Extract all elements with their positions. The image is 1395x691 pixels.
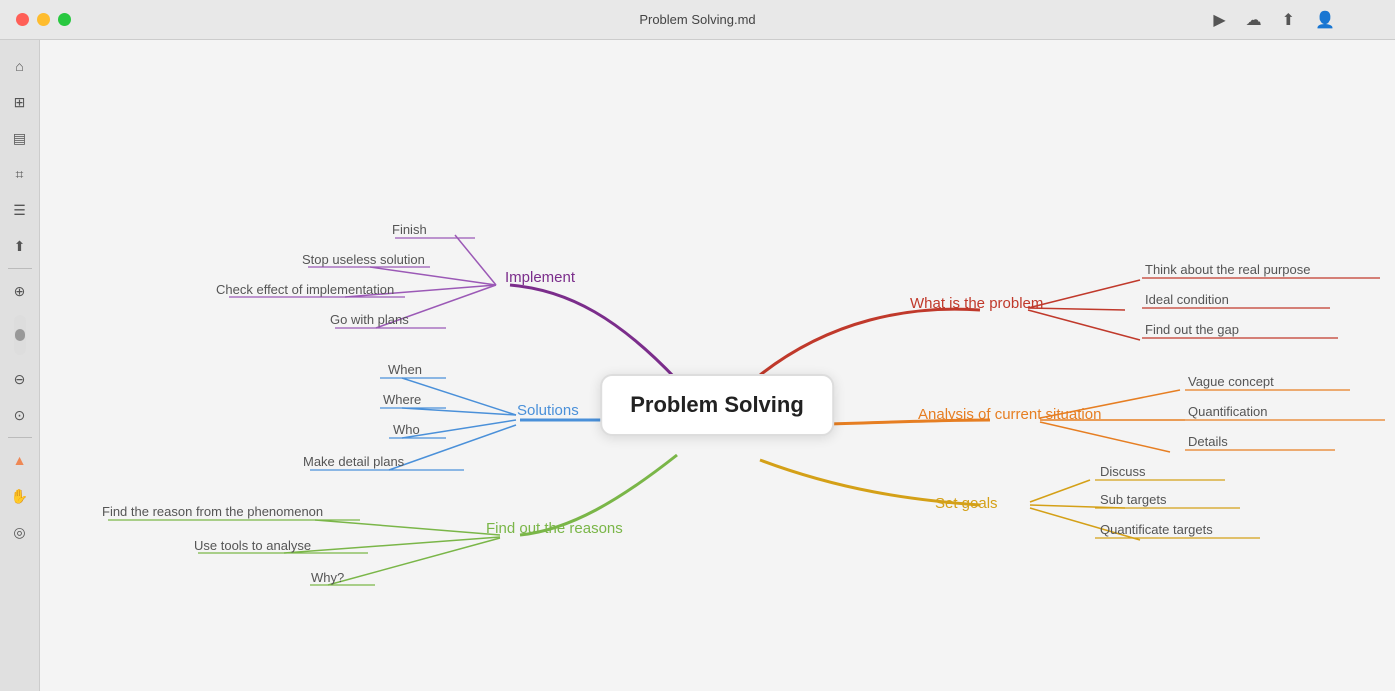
play-icon[interactable]: ▶ [1213, 10, 1225, 30]
maximize-button[interactable] [58, 13, 71, 26]
minimize-button[interactable] [37, 13, 50, 26]
sidebar-zoom-in-icon[interactable]: ⊕ [8, 279, 32, 303]
sidebar-divider-1 [8, 268, 32, 269]
sidebar-network-icon[interactable]: ⊞ [8, 90, 32, 114]
sidebar-home-icon[interactable]: ⌂ [8, 54, 32, 78]
sidebar-layers-icon[interactable]: ▤ [8, 126, 32, 150]
window-title: Problem Solving.md [639, 12, 755, 27]
sidebar: ⌂ ⊞ ▤ ⌗ ☰ ⬆ ⊕ ⊖ ⊙ ▲ ✋ ◎ [0, 40, 40, 691]
titlebar-actions: ▶ ☁ ⬆ 👤 [1213, 10, 1335, 30]
mindmap-connections [40, 40, 1395, 691]
ideal-condition-node[interactable]: Ideal condition [1145, 292, 1229, 307]
profile-icon[interactable]: 👤 [1315, 10, 1335, 30]
solutions-branch-label[interactable]: Solutions [517, 402, 579, 419]
mindmap-canvas: Problem Solving Implement Finish Stop us… [40, 40, 1395, 691]
stop-useless-node[interactable]: Stop useless solution [302, 252, 425, 267]
discuss-node[interactable]: Discuss [1100, 464, 1146, 479]
finish-node[interactable]: Finish [392, 222, 427, 237]
sidebar-divider-2 [8, 437, 32, 438]
check-effect-node[interactable]: Check effect of implementation [216, 282, 394, 297]
titlebar: Problem Solving.md ▶ ☁ ⬆ 👤 [0, 0, 1395, 40]
analysis-branch-label[interactable]: Analysis of current situation [918, 406, 1101, 423]
think-real-purpose-node[interactable]: Think about the real purpose [1145, 262, 1311, 277]
when-node[interactable]: When [388, 362, 422, 377]
sidebar-zoom-out-icon[interactable]: ⊖ [8, 367, 32, 391]
sidebar-tag-icon[interactable]: ⌗ [8, 162, 32, 186]
sidebar-globe-icon[interactable]: ⊙ [8, 403, 32, 427]
what-is-problem-branch-label[interactable]: What is the problem [910, 295, 1043, 312]
vague-concept-node[interactable]: Vague concept [1188, 374, 1274, 389]
close-button[interactable] [16, 13, 29, 26]
share-icon[interactable]: ⬆ [1282, 10, 1295, 30]
where-node[interactable]: Where [383, 392, 421, 407]
upload-icon[interactable]: ☁ [1246, 10, 1262, 30]
window-controls [16, 13, 71, 26]
find-out-reasons-branch-label[interactable]: Find out the reasons [486, 520, 623, 537]
details-node[interactable]: Details [1188, 434, 1228, 449]
center-node[interactable]: Problem Solving [600, 374, 834, 436]
sidebar-eye-icon[interactable]: ◎ [8, 520, 32, 544]
set-goals-branch-label[interactable]: Set goals [935, 495, 998, 512]
sidebar-export-icon[interactable]: ⬆ [8, 234, 32, 258]
implement-branch-label[interactable]: Implement [505, 269, 575, 286]
who-node[interactable]: Who [393, 422, 420, 437]
find-out-gap-node[interactable]: Find out the gap [1145, 322, 1239, 337]
sub-targets-node[interactable]: Sub targets [1100, 492, 1167, 507]
quantificate-targets-node[interactable]: Quantificate targets [1100, 522, 1213, 537]
use-tools-node[interactable]: Use tools to analyse [194, 538, 311, 553]
sidebar-cursor-icon[interactable]: ▲ [8, 448, 32, 472]
go-with-plans-node[interactable]: Go with plans [330, 312, 409, 327]
why-node[interactable]: Why? [311, 570, 344, 585]
make-detail-plans-node[interactable]: Make detail plans [303, 454, 404, 469]
quantification-node[interactable]: Quantification [1188, 404, 1268, 419]
sidebar-hand-icon[interactable]: ✋ [8, 484, 32, 508]
sidebar-scroll-indicator [14, 315, 26, 355]
find-reason-phenomenon-node[interactable]: Find the reason from the phenomenon [102, 504, 323, 519]
sidebar-list-icon[interactable]: ☰ [8, 198, 32, 222]
